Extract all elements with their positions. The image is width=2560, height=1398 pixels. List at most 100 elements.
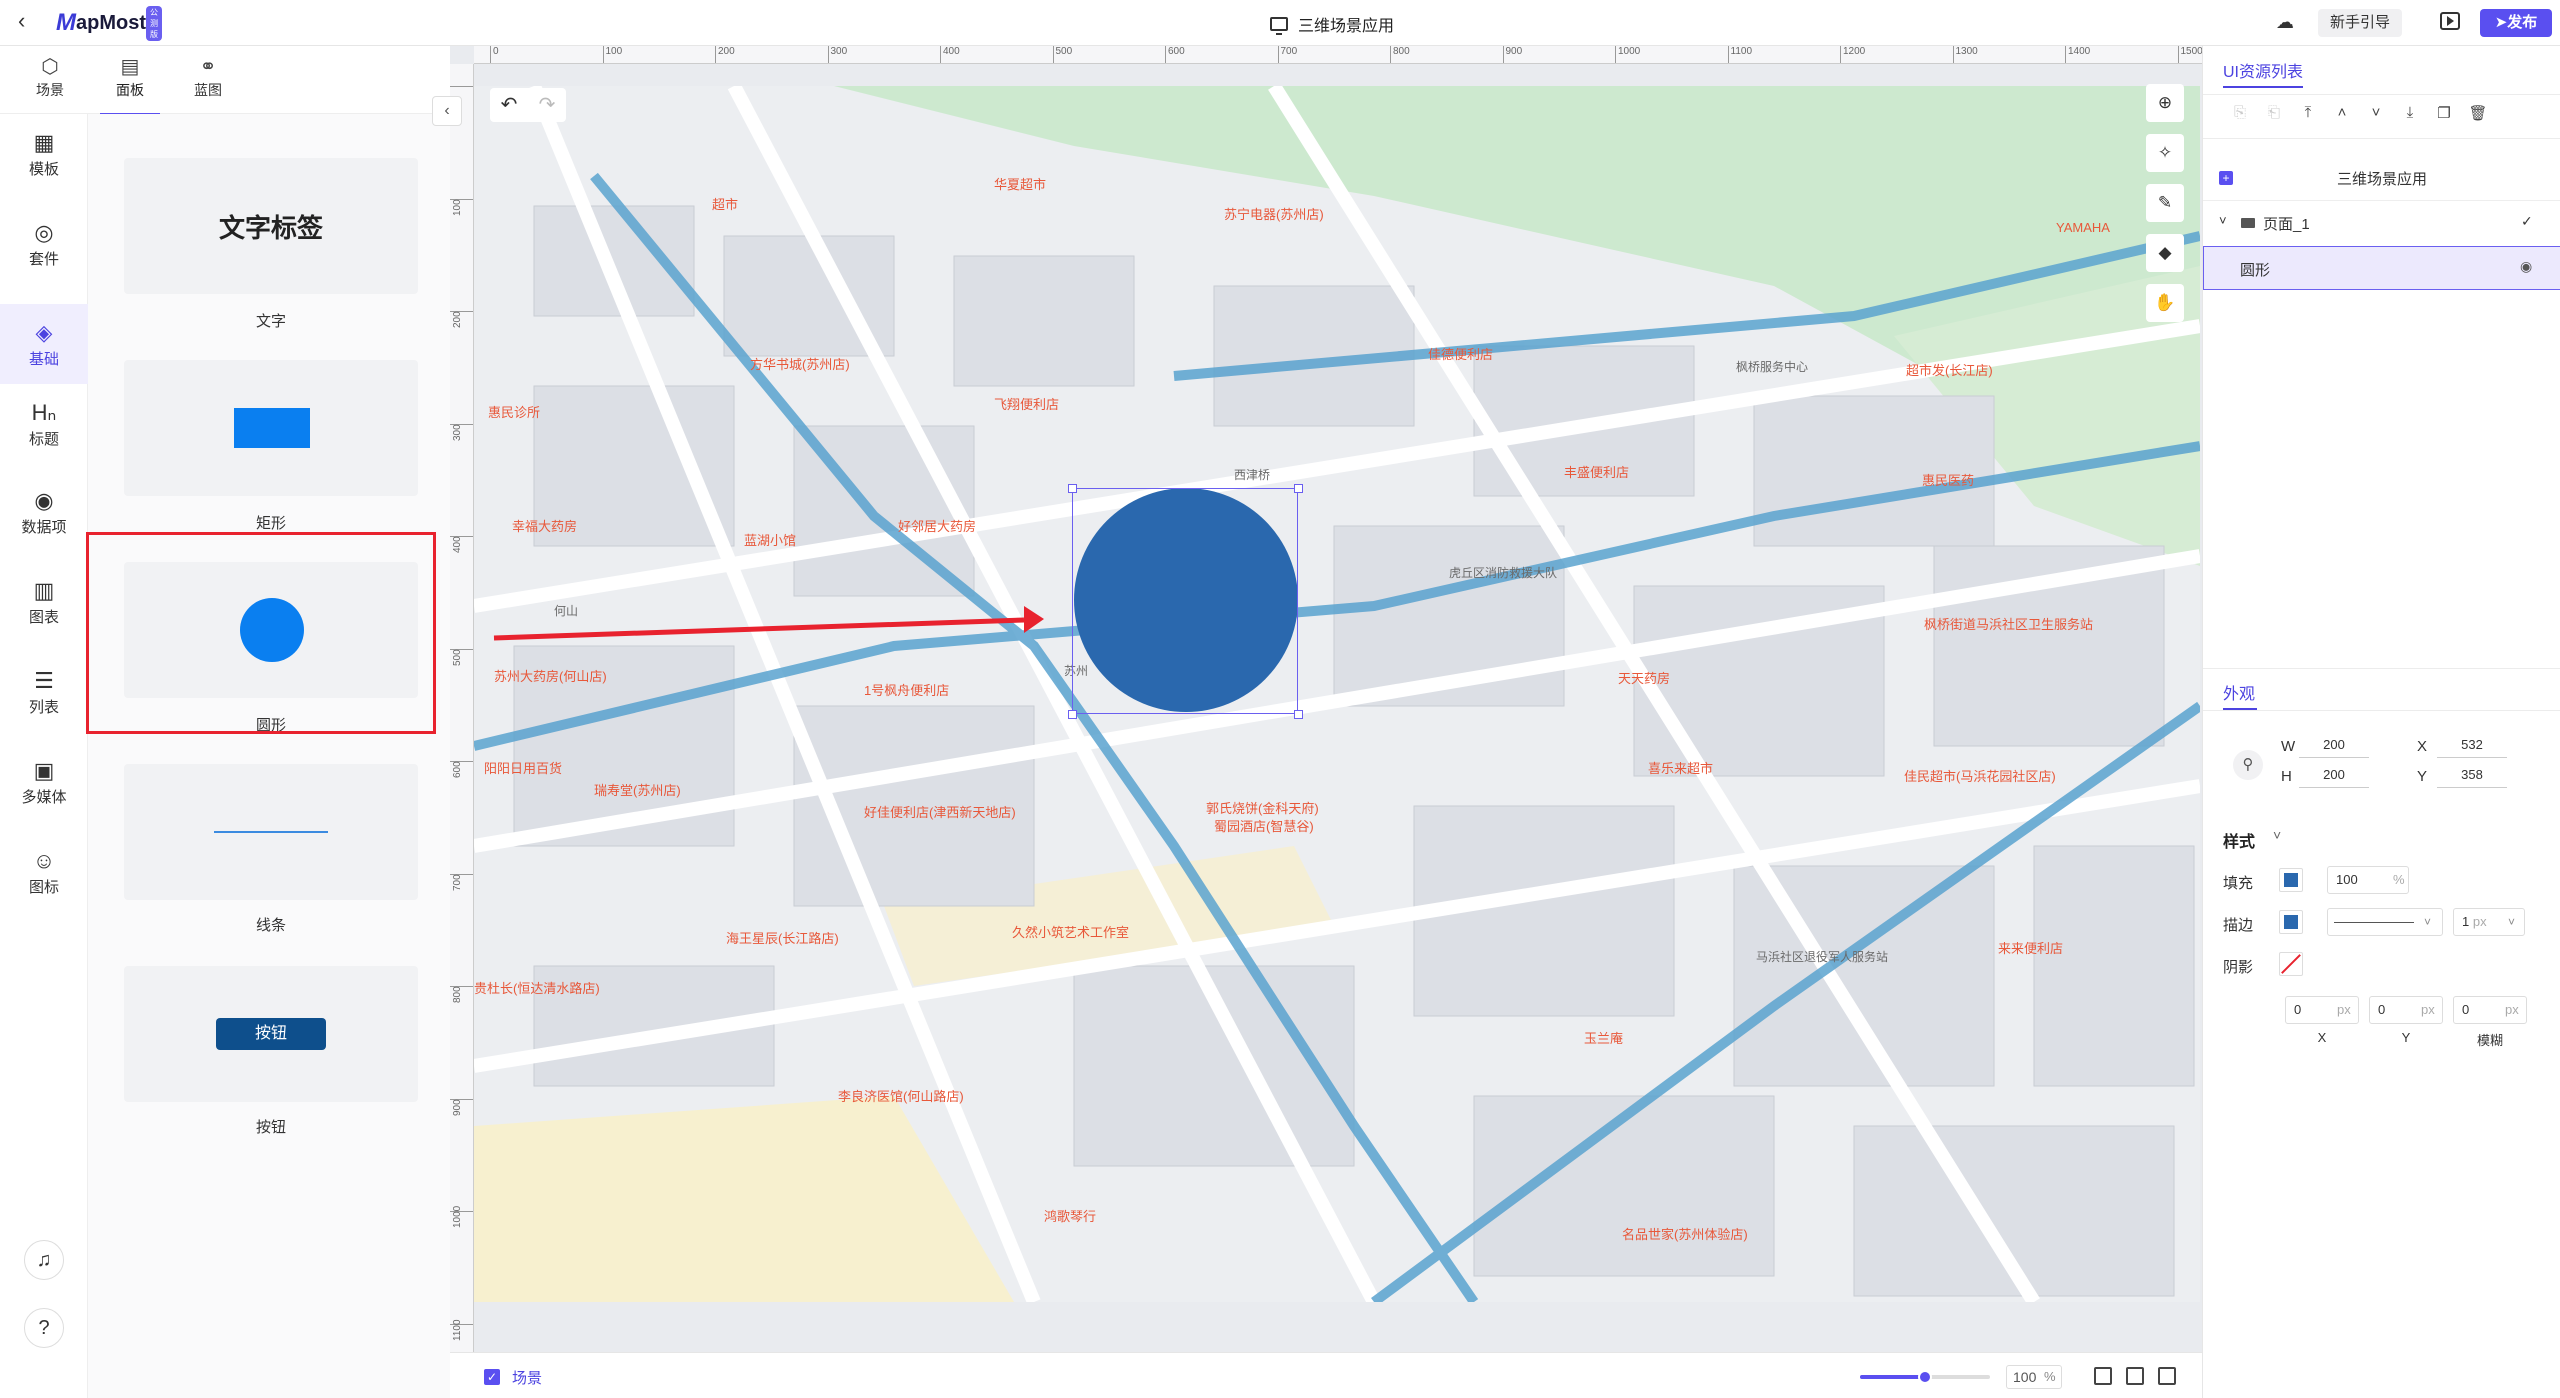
resize-handle-br[interactable]: [1294, 710, 1303, 719]
map-poi-label[interactable]: 蓝湖小馆: [744, 530, 796, 549]
copy-icon[interactable]: ⎘: [2223, 104, 2257, 128]
preview-play-icon[interactable]: [2440, 12, 2460, 30]
stroke-width-input[interactable]: 1 px ˅: [2453, 908, 2525, 936]
tree-item-circle[interactable]: 圆形 ◉: [2203, 246, 2560, 290]
button-component-card[interactable]: 按钮: [124, 966, 418, 1102]
tree-root[interactable]: + 三维场景应用: [2203, 156, 2560, 200]
map-poi-label[interactable]: 好佳便利店(津西新天地店): [864, 802, 1016, 821]
map-poi-label[interactable]: 佳德便利店: [1428, 344, 1493, 363]
tab-panel[interactable]: ▤ 面板: [90, 54, 170, 116]
rail-item-template[interactable]: ▦ 模板: [0, 114, 88, 194]
map-poi-label[interactable]: 苏宁电器(苏州店): [1224, 204, 1324, 223]
publish-button[interactable]: ➤发布: [2480, 9, 2552, 37]
selection-frame[interactable]: [1072, 488, 1298, 714]
map-poi-label[interactable]: 华夏超市: [994, 174, 1046, 193]
back-icon[interactable]: ‹: [18, 10, 42, 34]
map-poi-label[interactable]: 方华书城(苏州店): [750, 354, 850, 373]
map-poi-label[interactable]: 西津桥: [1234, 466, 1270, 483]
map-poi-label[interactable]: 惠民诊所: [488, 402, 540, 421]
guide-button[interactable]: 新手引导: [2318, 9, 2403, 37]
fit-screen-icon[interactable]: [2158, 1367, 2176, 1385]
move-down-icon[interactable]: ˅: [2359, 104, 2393, 128]
tree-page[interactable]: ˅ 页面_1 ✓: [2203, 200, 2560, 244]
rect-component-card[interactable]: [124, 360, 418, 496]
map-poi-label[interactable]: 鸿歌琴行: [1044, 1206, 1096, 1225]
fit-width-icon[interactable]: [2094, 1367, 2112, 1385]
collapse-panel-icon[interactable]: ‹: [432, 96, 462, 126]
map-poi-label[interactable]: 好邻居大药房: [898, 516, 976, 535]
hand-pan-icon[interactable]: ✋: [2146, 284, 2184, 322]
w-input[interactable]: 200: [2299, 734, 2369, 758]
rail-item-data[interactable]: ◉ 数据项: [0, 472, 88, 552]
rail-item-chart[interactable]: ▥ 图表: [0, 562, 88, 642]
fill-color-swatch[interactable]: [2279, 868, 2303, 892]
redo-icon[interactable]: ↷: [528, 88, 566, 122]
move-up-icon[interactable]: ˄: [2325, 104, 2359, 128]
measure-icon[interactable]: ✎: [2146, 184, 2184, 222]
scene-checkbox[interactable]: ✓: [484, 1369, 500, 1385]
delete-icon[interactable]: 🗑: [2461, 104, 2495, 128]
map-poi-label[interactable]: 喜乐来超市: [1648, 758, 1713, 777]
map-poi-label[interactable]: 李良济医馆(何山路店): [838, 1086, 964, 1105]
support-headset-icon[interactable]: ♫: [24, 1240, 64, 1280]
stroke-style-select[interactable]: ˅: [2327, 908, 2443, 936]
x-input[interactable]: 532: [2437, 734, 2507, 758]
cube-icon[interactable]: ◆: [2146, 234, 2184, 272]
map-poi-label[interactable]: 佳民超市(马浜花园社区店): [1904, 766, 2056, 785]
tab-blueprint[interactable]: ⚭ 蓝图: [168, 54, 248, 110]
map-poi-label[interactable]: 超市发(长江店): [1906, 360, 1993, 379]
zoom-slider[interactable]: [1860, 1370, 1990, 1384]
resource-list-title[interactable]: UI资源列表: [2223, 58, 2303, 82]
group-icon[interactable]: ❐: [2427, 104, 2461, 128]
map-poi-label[interactable]: 马浜社区退役军人服务站: [1756, 948, 1888, 965]
rail-item-kit[interactable]: ◎ 套件: [0, 204, 88, 284]
3d-map-scene[interactable]: 超市 华夏超市 苏宁电器(苏州店) 方华书城(苏州店) 飞翔便利店 惠民诊所 幸福大药房 好邻…: [474, 86, 2200, 1302]
shadow-toggle-swatch[interactable]: [2279, 952, 2303, 976]
stroke-color-swatch[interactable]: [2279, 910, 2303, 934]
tab-scene[interactable]: ⬡ 场景: [10, 54, 90, 110]
map-poi-label[interactable]: 超市: [712, 194, 738, 213]
map-poi-label[interactable]: 丰盛便利店: [1564, 462, 1629, 481]
magic-wand-icon[interactable]: ✧: [2146, 134, 2184, 172]
locate-icon[interactable]: ⊕: [2146, 84, 2184, 122]
map-poi-label[interactable]: 玉兰庵: [1584, 1028, 1623, 1047]
rail-item-list[interactable]: ☰ 列表: [0, 652, 88, 732]
map-poi-label[interactable]: YAMAHA: [2056, 220, 2110, 235]
resize-handle-tl[interactable]: [1068, 484, 1077, 493]
map-poi-label[interactable]: 何山: [554, 602, 578, 619]
map-poi-label[interactable]: 枫桥服务中心: [1736, 358, 1808, 375]
map-poi-label[interactable]: 名品世家(苏州体验店): [1622, 1224, 1748, 1243]
rail-item-heading[interactable]: Hₙ 标题: [0, 384, 88, 464]
eye-icon[interactable]: ◉: [2520, 258, 2532, 275]
line-component-card[interactable]: [124, 764, 418, 900]
move-bottom-icon[interactable]: ⤓: [2393, 104, 2427, 128]
map-poi-label[interactable]: 蜀园酒店(智慧谷): [1214, 816, 1314, 835]
map-poi-label[interactable]: 来来便利店: [1998, 938, 2063, 957]
appearance-tab[interactable]: 外观: [2223, 680, 2255, 704]
help-icon[interactable]: ?: [24, 1308, 64, 1348]
chevron-down-icon[interactable]: ˅: [2219, 213, 2227, 228]
rail-item-icon[interactable]: ☺ 图标: [0, 832, 88, 912]
paste-icon[interactable]: ⎗: [2257, 104, 2291, 128]
cloud-save-icon[interactable]: ☁: [2276, 12, 2294, 33]
map-poi-label[interactable]: 瑞寿堂(苏州店): [594, 780, 681, 799]
map-poi-label[interactable]: 枫桥街道马浜社区卫生服务站: [1924, 614, 2093, 633]
undo-icon[interactable]: ↶: [490, 88, 528, 122]
map-poi-label[interactable]: 郭氏烧饼(金科天府): [1206, 798, 1319, 817]
text-component-card[interactable]: 文字标签: [124, 158, 418, 294]
rail-item-basic[interactable]: ◈ 基础: [0, 304, 88, 384]
y-input[interactable]: 358: [2437, 764, 2507, 788]
map-poi-label[interactable]: 海王星辰(长江路店): [726, 928, 839, 947]
move-top-icon[interactable]: ⤒: [2291, 104, 2325, 128]
map-poi-label[interactable]: 阳阳日用百货: [484, 758, 562, 777]
map-poi-label[interactable]: 久然小筑艺术工作室: [1012, 922, 1129, 941]
map-poi-label[interactable]: 幸福大药房: [512, 516, 577, 535]
map-poi-label[interactable]: 苏州大药房(何山店): [494, 666, 607, 685]
map-poi-label[interactable]: 1号枫舟便利店: [864, 680, 949, 699]
resize-handle-bl[interactable]: [1068, 710, 1077, 719]
zoom-slider-handle[interactable]: [1918, 1370, 1932, 1384]
rail-item-media[interactable]: ▣ 多媒体: [0, 742, 88, 822]
resize-handle-tr[interactable]: [1294, 484, 1303, 493]
h-input[interactable]: 200: [2299, 764, 2369, 788]
map-poi-label[interactable]: 贵杜长(恒达清水路店): [474, 978, 600, 997]
